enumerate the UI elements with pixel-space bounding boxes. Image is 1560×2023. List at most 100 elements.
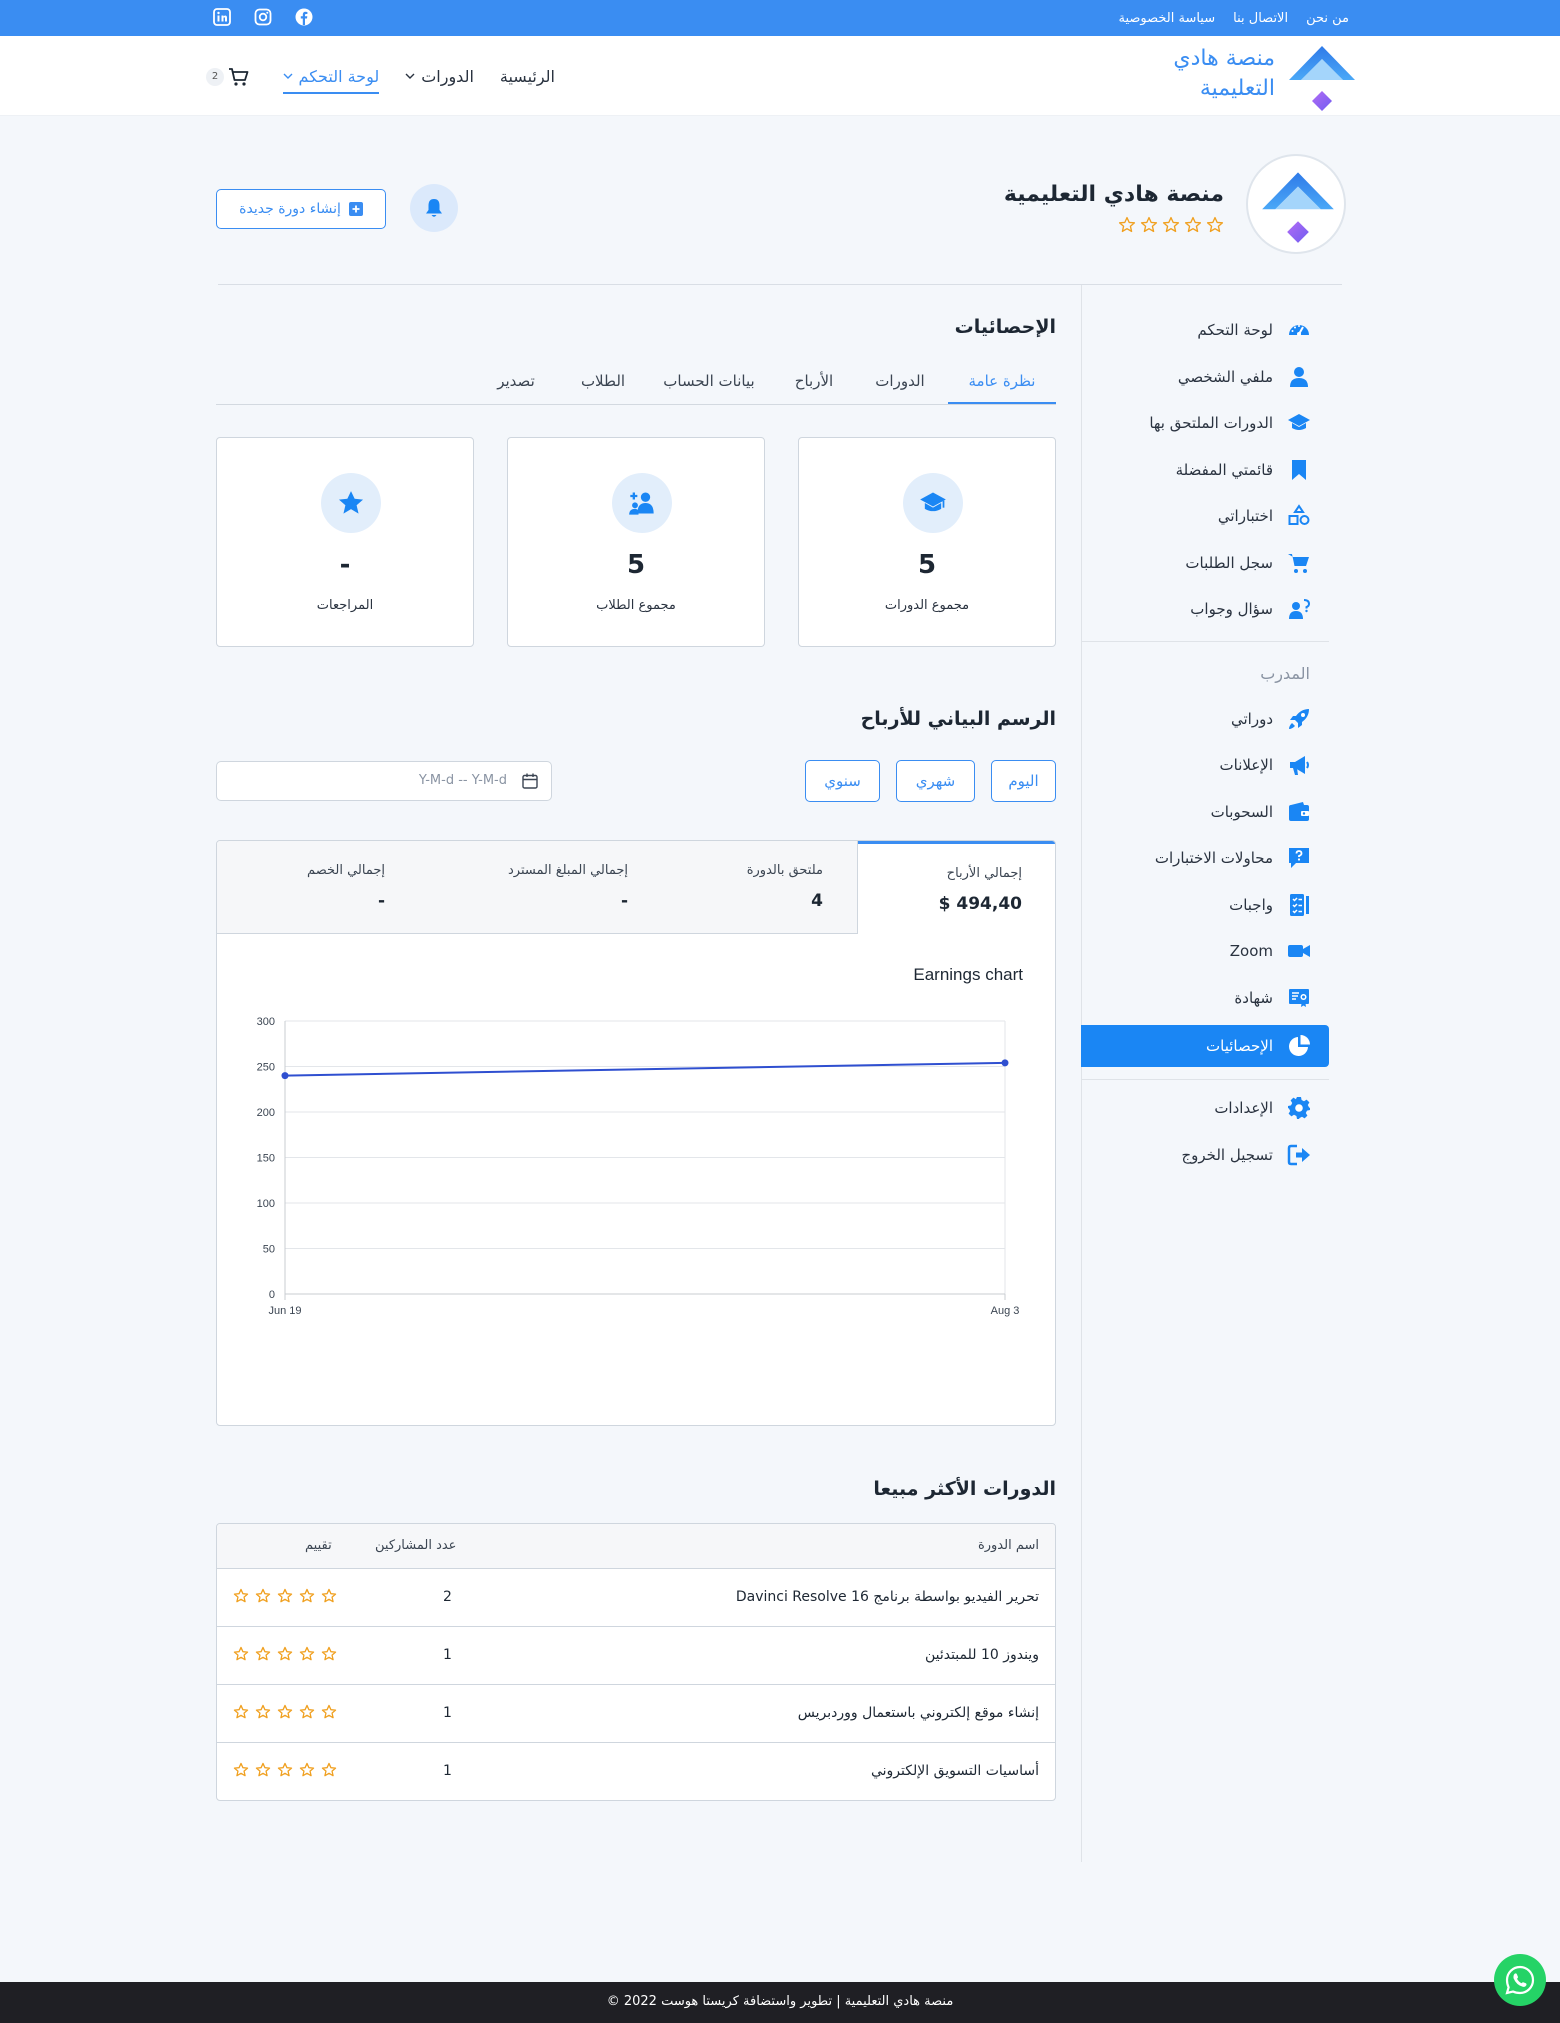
period-today-button[interactable]: اليوم [991, 760, 1056, 802]
tab-overview[interactable]: نظرة عامة [948, 372, 1056, 404]
earnings-chart: 0 50 100 150 200 250 300 Jun 19 Aug 3 [257, 1016, 1020, 1317]
stat-card-reviews: - المراجعات [216, 437, 474, 647]
sidebar-item-enrolled[interactable]: الدورات الملتحق بها [1081, 402, 1329, 444]
contact-link[interactable]: الاتصال بنا [1233, 11, 1288, 26]
graduation-cap-icon [1287, 411, 1311, 435]
table-row[interactable]: ويندوز 10 للمبتدئين 1 [217, 1627, 1055, 1685]
table-row[interactable]: تحرير الفيديو بواسطة برنامج Davinci Reso… [217, 1569, 1055, 1627]
brand-name[interactable]: منصة هادي التعليمية [1075, 44, 1275, 104]
tab-earnings[interactable]: الأرباح [776, 372, 852, 404]
participant-count: 1 [443, 1647, 452, 1663]
period-yearly-button[interactable]: سنوي [805, 760, 880, 802]
sidebar-label: الإعدادات [1214, 1099, 1273, 1117]
date-range-input[interactable]: Y-M-d -- Y-M-d [216, 761, 552, 801]
certificate-icon [1287, 986, 1311, 1010]
sidebar-item-orders[interactable]: سجل الطلبات [1081, 542, 1329, 584]
sidebar-item-dashboard[interactable]: لوحة التحكم [1081, 309, 1329, 351]
star-outline-icon [299, 1588, 315, 1604]
pie-chart-icon [1287, 1034, 1311, 1058]
sidebar-item-qa[interactable]: سؤال وجواب [1081, 588, 1329, 630]
brand-logo-icon[interactable] [1287, 42, 1357, 112]
notifications-button[interactable] [410, 184, 458, 232]
about-link[interactable]: من نحن [1306, 11, 1349, 26]
summary-enrolled[interactable]: ملتحق بالدورة 4 [662, 841, 858, 934]
create-course-label: إنشاء دورة جديدة [239, 201, 341, 217]
profile-avatar [1246, 154, 1346, 254]
megaphone-icon [1287, 753, 1311, 777]
sidebar-item-profile[interactable]: ملفي الشخصي [1081, 356, 1329, 398]
course-rating [233, 1588, 337, 1604]
assignments-icon [1287, 893, 1311, 917]
nav-home[interactable]: الرئيسية [500, 67, 555, 86]
star-outline-icon [233, 1646, 249, 1662]
sidebar-label: الإعلانات [1219, 756, 1274, 774]
period-monthly-button[interactable]: شهري [896, 760, 975, 802]
star-outline-icon [233, 1762, 249, 1778]
sidebar-item-quizzes[interactable]: اختباراتي [1081, 495, 1329, 537]
table-header: اسم الدورة عدد المشاركين تقييم [217, 1524, 1055, 1569]
table-row[interactable]: أساسيات التسويق الإلكتروني 1 [217, 1743, 1055, 1800]
star-outline-icon [277, 1588, 293, 1604]
site-header: منصة هادي التعليمية الرئيسية الدورات لوح… [0, 36, 1560, 116]
y-tick-label: 200 [257, 1107, 275, 1119]
privacy-link[interactable]: سياسة الخصوصية [1118, 11, 1215, 26]
stat-card-students: 5 مجموع الطلاب [507, 437, 765, 647]
y-tick-label: 250 [257, 1062, 275, 1074]
stat-value: 5 [626, 550, 646, 580]
nav-courses[interactable]: الدورات [405, 67, 474, 86]
sidebar-item-logout[interactable]: تسجيل الخروج [1081, 1134, 1329, 1176]
star-outline-icon [321, 1646, 337, 1662]
participant-count: 2 [443, 1589, 452, 1605]
linkedin-icon[interactable] [213, 8, 231, 26]
y-tick-label: 300 [257, 1016, 275, 1028]
y-tick-label: 50 [263, 1244, 275, 1256]
sidebar-item-statistics[interactable]: الإحصائيات [1081, 1025, 1329, 1067]
cart-count-badge: 2 [206, 68, 224, 86]
course-name: ويندوز 10 للمبتدئين [924, 1647, 1039, 1663]
sidebar-item-assignments[interactable]: واجبات [1081, 884, 1329, 926]
tab-students[interactable]: الطلاب [564, 372, 642, 404]
quiz-attempts-icon [1287, 846, 1311, 870]
sidebar-item-zoom[interactable]: Zoom [1081, 930, 1329, 972]
sidebar-item-certificate[interactable]: شهادة [1081, 977, 1329, 1019]
earnings-panel: إجمالي الأرباح $ 494,40 ملتحق بالدورة 4 … [216, 840, 1056, 1426]
create-course-button[interactable]: إنشاء دورة جديدة [216, 189, 386, 229]
whatsapp-button[interactable] [1494, 1954, 1546, 2006]
column-header-participants: عدد المشاركين [375, 1538, 457, 1553]
tab-export[interactable]: تصدير [478, 372, 554, 404]
data-point [1001, 1059, 1009, 1067]
best-selling-table: اسم الدورة عدد المشاركين تقييم تحرير الف… [216, 1523, 1056, 1801]
sidebar-item-my-courses[interactable]: دوراتي [1081, 698, 1329, 740]
cart-button[interactable]: 2 [206, 66, 252, 88]
stat-value: - [339, 550, 351, 580]
course-rating [233, 1646, 337, 1662]
students-icon [612, 473, 672, 533]
table-row[interactable]: إنشاء موقع إلكتروني باستعمال ووردبريس 1 [217, 1685, 1055, 1743]
stat-label: مجموع الدورات [884, 598, 970, 613]
tab-account-data[interactable]: بيانات الحساب [652, 372, 766, 404]
nav-home-label: الرئيسية [499, 66, 555, 86]
instagram-icon[interactable] [254, 8, 272, 26]
dashboard-icon [1287, 318, 1311, 342]
nav-dashboard[interactable]: لوحة التحكم [282, 67, 380, 94]
star-outline-icon [1162, 216, 1180, 234]
course-name: أساسيات التسويق الإلكتروني [870, 1763, 1039, 1779]
cart-icon [228, 66, 250, 88]
sidebar-item-wishlist[interactable]: قائمتي المفضلة [1081, 449, 1329, 491]
summary-total-earnings[interactable]: إجمالي الأرباح $ 494,40 [858, 841, 1055, 934]
star-outline-icon [1184, 216, 1202, 234]
shapes-icon [1287, 504, 1311, 528]
sidebar-item-announcements[interactable]: الإعلانات [1081, 744, 1329, 786]
facebook-icon[interactable] [295, 8, 313, 26]
sidebar-item-withdrawals[interactable]: السحوبات [1081, 791, 1329, 833]
footer-text: © 2022 منصة هادي التعليمية | تطوير واستض… [606, 1994, 954, 2009]
bookmark-icon [1287, 458, 1311, 482]
summary-value: $ 494,40 [938, 894, 1022, 914]
stat-value: 5 [917, 550, 937, 580]
sidebar-item-quiz-attempts[interactable]: محاولات الاختبارات [1081, 837, 1329, 879]
chevron-down-icon [283, 73, 293, 79]
tab-courses[interactable]: الدورات [862, 372, 938, 404]
summary-label: إجمالي الأرباح [946, 866, 1022, 881]
x-tick-label: Aug 3 [991, 1305, 1020, 1317]
sidebar-item-settings[interactable]: الإعدادات [1081, 1087, 1329, 1129]
